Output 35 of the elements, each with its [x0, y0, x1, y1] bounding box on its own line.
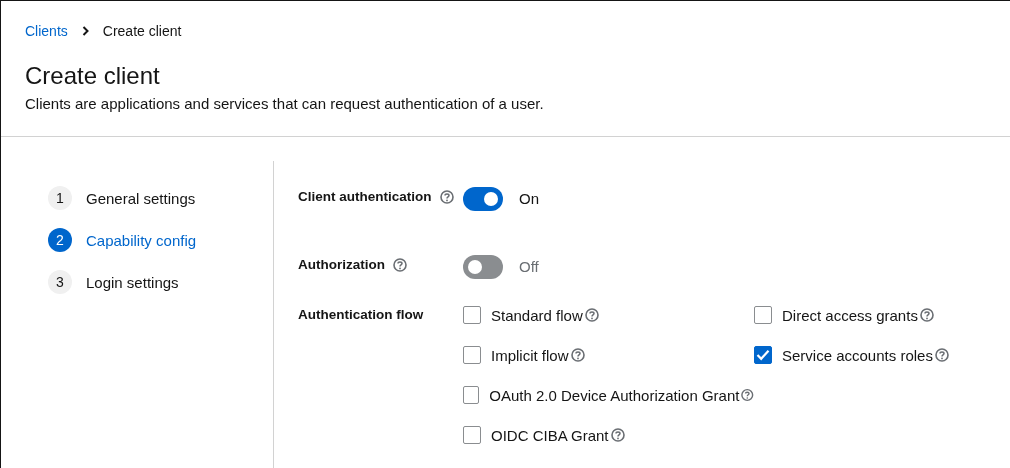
checkbox-label[interactable]: OIDC CIBA Grant [491, 426, 609, 444]
checkbox[interactable] [754, 346, 772, 364]
field-label: Authorization [298, 256, 385, 274]
help-icon[interactable] [393, 258, 407, 272]
checkbox[interactable] [463, 426, 481, 444]
checkbox[interactable] [754, 306, 772, 324]
field-label: Client authentication [298, 188, 432, 206]
chevron-right-icon [81, 26, 89, 36]
toggle-switch[interactable] [463, 187, 503, 211]
help-icon[interactable] [439, 190, 454, 204]
help-icon[interactable] [934, 348, 949, 362]
checkbox-label[interactable]: Implicit flow [491, 346, 569, 364]
checkbox[interactable] [463, 386, 480, 404]
help-icon[interactable] [584, 308, 599, 322]
wizard-step[interactable]: 3 Login settings [48, 270, 273, 294]
checkbox[interactable] [463, 306, 481, 324]
help-icon[interactable] [741, 388, 754, 402]
breadcrumb-current: Create client [102, 23, 182, 39]
checkbox-label[interactable]: Direct access grants [782, 306, 918, 324]
switch-state-label: Off [519, 257, 539, 277]
help-icon[interactable] [919, 308, 934, 322]
checkbox-label[interactable]: OAuth 2.0 Device Authorization Grant [489, 386, 740, 404]
checkbox-label[interactable]: Standard flow [491, 306, 583, 324]
help-icon[interactable] [570, 348, 585, 362]
page-description: Clients are applications and services that can request authentication of a user. [25, 94, 545, 114]
wizard-step[interactable]: 1 General settings [48, 186, 273, 210]
checkbox[interactable] [463, 346, 481, 364]
checkbox-label[interactable]: Service accounts roles [782, 346, 933, 364]
toggle-switch[interactable] [463, 255, 503, 279]
wizard-step[interactable]: 2 Capability config [48, 228, 273, 252]
switch-state-label: On [519, 189, 539, 209]
field-label: Authentication flow [298, 306, 424, 324]
breadcrumb-link[interactable]: Clients [25, 23, 68, 39]
page-title: Create client [25, 61, 161, 91]
help-icon[interactable] [610, 428, 625, 442]
